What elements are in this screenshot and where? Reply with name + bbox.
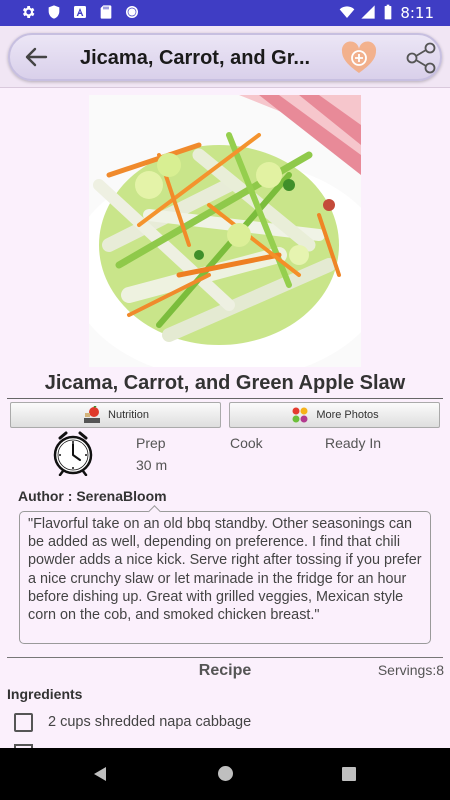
servings-label[interactable]: Servings:8 — [378, 662, 444, 678]
cook-label: Cook — [230, 435, 263, 451]
recipe-photo[interactable] — [89, 95, 361, 367]
recipe-title: Jicama, Carrot, and Green Apple Slaw — [44, 372, 406, 394]
ingredient-checkbox[interactable] — [14, 712, 33, 732]
more-photos-button[interactable]: More Photos — [229, 402, 440, 428]
nutrition-button[interactable]: Nutrition — [10, 402, 221, 428]
prep-label: Prep — [136, 435, 166, 451]
app-bar: Jicama, Carrot, and Gr... — [8, 33, 442, 81]
ready-in-label: Ready In — [325, 435, 382, 451]
app-bar-title: Jicama, Carrot, and Gr... — [80, 47, 311, 69]
ingredient-text: 2 cups shredded napa cabbage — [48, 714, 252, 730]
section-divider — [7, 657, 443, 658]
circle-icon — [126, 6, 138, 18]
status-time: 8:11 — [400, 4, 434, 22]
nutrition-label: Nutrition — [108, 409, 149, 421]
font-a-icon — [74, 6, 86, 18]
nav-recents-icon[interactable] — [342, 767, 356, 781]
title-divider — [7, 398, 443, 399]
fruit-icon — [292, 407, 308, 423]
gear-icon — [22, 6, 35, 18]
more-photos-label: More Photos — [316, 409, 379, 421]
apple-scale-icon — [84, 406, 101, 423]
shield-icon — [48, 5, 60, 19]
battery-icon — [384, 4, 392, 20]
nav-home-icon[interactable] — [218, 766, 233, 781]
clock-icon — [53, 431, 93, 476]
author-label[interactable]: Author : SerenaBloom — [18, 488, 167, 504]
signal-icon — [361, 5, 375, 19]
wifi-icon — [339, 6, 355, 18]
arrow-left-icon[interactable] — [20, 41, 52, 73]
ingredients-header: Ingredients — [7, 686, 83, 702]
system-nav-bar — [0, 748, 450, 800]
recipe-description: "Flavorful take on an old bbq standby. O… — [19, 511, 431, 644]
share-icon[interactable] — [404, 41, 438, 75]
sd-card-icon — [100, 5, 112, 19]
heart-plus-icon[interactable] — [340, 39, 378, 77]
prep-value: 30 m — [136, 457, 168, 473]
ingredient-item[interactable]: 2 cups shredded napa cabbage — [14, 711, 251, 733]
status-bar: 8:11 — [0, 0, 450, 26]
nav-back-icon[interactable] — [93, 766, 107, 782]
